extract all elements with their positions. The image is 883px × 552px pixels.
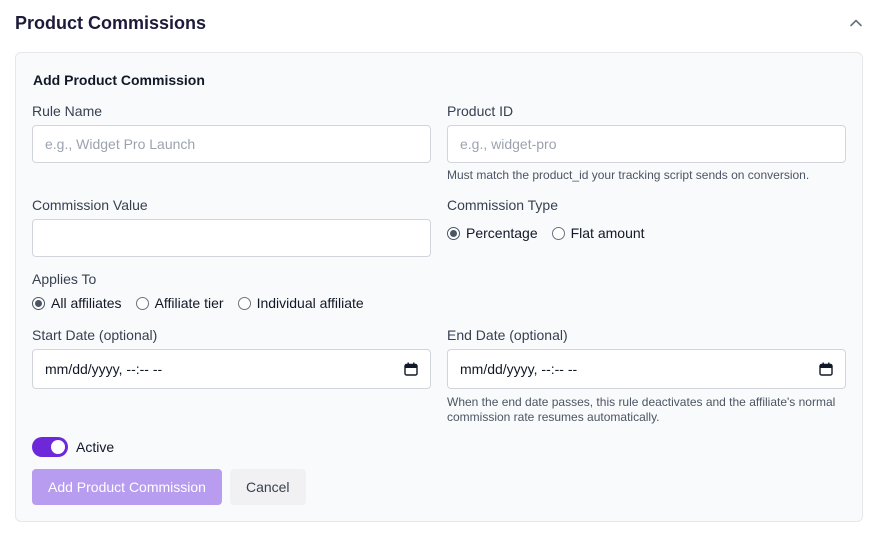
form-title: Add Product Commission	[33, 72, 205, 88]
start-date-value: mm/dd/yyyy, --:-- --	[45, 361, 163, 377]
radio-individual-affiliate[interactable]: Individual affiliate	[237, 295, 364, 311]
product-id-input[interactable]	[447, 125, 846, 163]
add-commission-card: Add Product Commission Rule Name Product…	[15, 52, 863, 522]
rule-name-label: Rule Name	[32, 103, 103, 119]
calendar-icon[interactable]	[819, 362, 833, 376]
product-id-hint: Must match the product_id your tracking …	[447, 168, 810, 182]
rule-name-field: Rule Name	[32, 103, 431, 163]
commission-type-label: Commission Type	[447, 197, 559, 213]
product-id-field: Product ID Must match the product_id you…	[447, 103, 846, 183]
section-header: Product Commissions	[15, 8, 868, 38]
radio-checked-icon	[32, 296, 45, 310]
product-id-label: Product ID	[447, 103, 514, 119]
start-date-field: Start Date (optional) mm/dd/yyyy, --:-- …	[32, 327, 431, 389]
radio-label: Individual affiliate	[256, 295, 364, 311]
radio-unchecked-icon	[551, 226, 565, 240]
end-date-input[interactable]: mm/dd/yyyy, --:-- --	[447, 349, 846, 389]
radio-label: All affiliates	[51, 295, 122, 311]
radio-unchecked-icon	[237, 296, 251, 310]
end-date-value: mm/dd/yyyy, --:-- --	[460, 361, 578, 377]
calendar-icon[interactable]	[404, 362, 418, 376]
applies-to-label: Applies To	[32, 271, 97, 287]
commission-value-input[interactable]	[32, 219, 431, 257]
radio-label: Percentage	[466, 225, 538, 241]
end-date-field: End Date (optional) mm/dd/yyyy, --:-- --…	[447, 327, 846, 425]
commission-type-field: Commission Type Percentage Flat amount	[447, 197, 645, 241]
start-date-input[interactable]: mm/dd/yyyy, --:-- --	[32, 349, 431, 389]
commission-value-field: Commission Value	[32, 197, 431, 257]
radio-checked-icon	[447, 226, 460, 240]
radio-all-affiliates[interactable]: All affiliates	[32, 295, 122, 311]
active-toggle-row: Active	[32, 437, 114, 457]
active-toggle[interactable]	[32, 437, 68, 457]
chevron-up-icon	[850, 19, 862, 27]
end-date-hint-line: When the end date passes, this rule deac…	[447, 395, 836, 409]
commission-value-label: Commission Value	[32, 197, 148, 213]
radio-affiliate-tier[interactable]: Affiliate tier	[135, 295, 224, 311]
radio-flat-amount[interactable]: Flat amount	[551, 225, 645, 241]
form-actions: Add Product Commission Cancel	[32, 469, 306, 505]
radio-label: Flat amount	[570, 225, 645, 241]
active-label: Active	[76, 439, 115, 455]
add-product-commission-button[interactable]: Add Product Commission	[32, 469, 222, 505]
radio-percentage[interactable]: Percentage	[447, 225, 538, 241]
collapse-button[interactable]	[844, 11, 868, 35]
end-date-hint-line: commission rate resumes automatically.	[447, 410, 660, 424]
radio-unchecked-icon	[135, 296, 149, 310]
applies-to-radio-group: All affiliates Affiliate tier Individual…	[32, 295, 364, 311]
radio-label: Affiliate tier	[154, 295, 224, 311]
section-title: Product Commissions	[15, 12, 207, 33]
end-date-label: End Date (optional)	[447, 327, 568, 343]
start-date-label: Start Date (optional)	[32, 327, 158, 343]
rule-name-input[interactable]	[32, 125, 431, 163]
commission-type-radio-group: Percentage Flat amount	[447, 225, 645, 241]
toggle-knob	[51, 440, 65, 454]
cancel-button[interactable]: Cancel	[229, 469, 306, 505]
applies-to-field: Applies To All affiliates Affiliate tier…	[32, 271, 364, 311]
end-date-hint: When the end date passes, this rule deac…	[447, 395, 846, 425]
